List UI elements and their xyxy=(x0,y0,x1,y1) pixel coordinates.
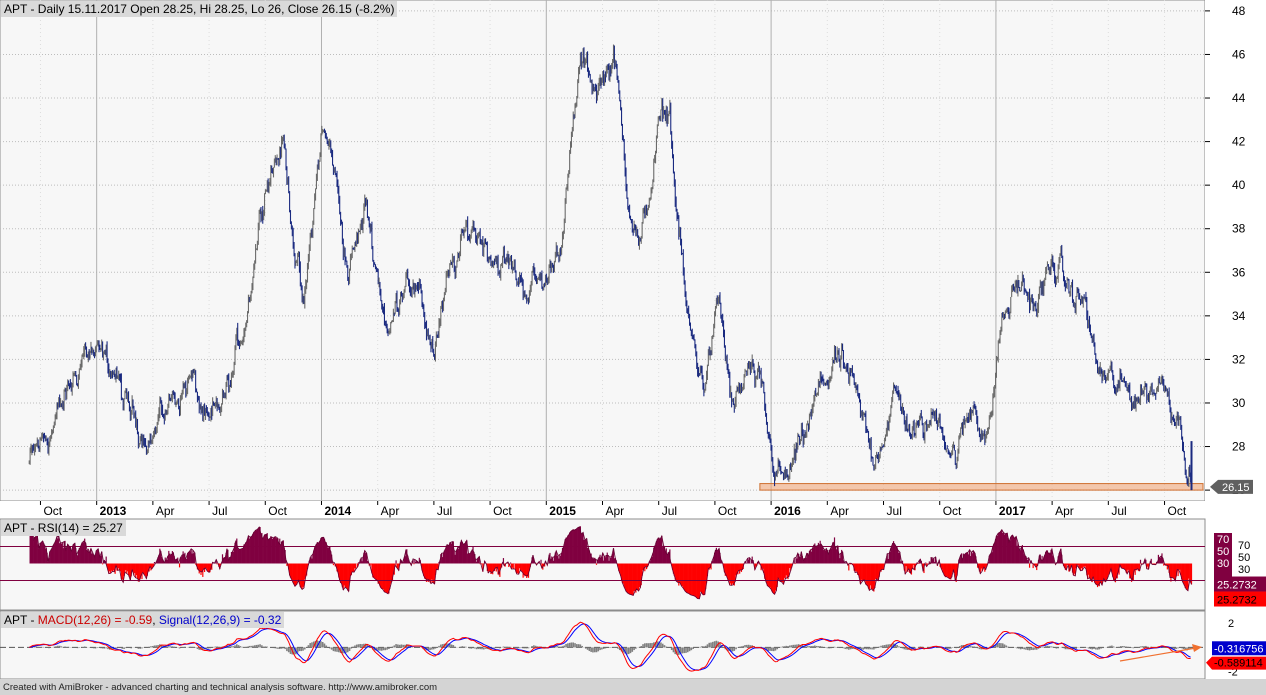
date-tick-label: Oct xyxy=(493,504,512,518)
date-tick-label: Oct xyxy=(718,504,737,518)
price-tick-label: 36 xyxy=(1232,265,1246,279)
rsi-level-label: 70 xyxy=(1217,534,1229,546)
price-tick-label: 46 xyxy=(1232,47,1246,61)
stock-chart: 262830323436384042444648 Oct2013AprJulOc… xyxy=(0,0,1266,695)
date-tick-label: Oct xyxy=(1168,504,1187,518)
date-tick-label: Jul xyxy=(212,504,227,518)
rsi-level-label: 30 xyxy=(1217,558,1229,570)
date-tick-label: 2013 xyxy=(100,504,127,518)
rsi-panel[interactable] xyxy=(0,518,1206,611)
macd-title-prefix: APT - xyxy=(4,613,38,627)
rsi-value-label: 25.2732 xyxy=(1217,580,1257,592)
price-tick-label: 44 xyxy=(1232,91,1246,105)
price-tick-label: 34 xyxy=(1232,309,1246,323)
macd-title-sep: , xyxy=(152,613,159,627)
date-tick-label: Apr xyxy=(830,504,849,518)
rsi-tick-label: 30 xyxy=(1238,564,1250,576)
rsi-tick-label: 70 xyxy=(1238,540,1250,552)
price-panel-title: APT - Daily 15.11.2017 Open 28.25, Hi 28… xyxy=(1,1,398,17)
footer-credit: Created with AmiBroker - advanced charti… xyxy=(3,682,438,693)
last-close-label: 26.15 xyxy=(1222,482,1250,494)
price-axis-panel xyxy=(1205,0,1266,501)
macd-title-macd: MACD(12,26) = -0.59 xyxy=(37,613,153,627)
price-tick-label: 32 xyxy=(1232,352,1246,366)
price-tick-label: 30 xyxy=(1232,396,1246,410)
date-tick-label: Apr xyxy=(1055,504,1074,518)
macd-tick-label: 2 xyxy=(1228,618,1234,630)
date-tick-label: Apr xyxy=(606,504,625,518)
rsi-level-label: 50 xyxy=(1217,546,1229,558)
price-tick-label: 40 xyxy=(1232,178,1246,192)
price-tick-label: 38 xyxy=(1232,222,1246,236)
date-tick-label: Apr xyxy=(156,504,175,518)
rsi-value-label-2: 25.2732 xyxy=(1217,595,1257,607)
price-tick-label: 42 xyxy=(1232,135,1246,149)
date-tick-label: Oct xyxy=(943,504,962,518)
macd-title-signal: Signal(12,26,9) = -0.32 xyxy=(158,613,282,627)
date-axis-strip xyxy=(0,501,1266,519)
signal-value-label: -0.316756 xyxy=(1214,643,1264,655)
rsi-panel-title: APT - RSI(14) = 25.27 xyxy=(1,520,126,536)
support-band xyxy=(759,483,1204,491)
price-tick-label: 48 xyxy=(1232,4,1246,18)
date-tick-label: 2014 xyxy=(324,504,351,518)
rsi-axis: 70 7050 5030 3025.273225.2732 xyxy=(1214,533,1266,607)
date-tick-label: Jul xyxy=(887,504,902,518)
date-tick-label: Jul xyxy=(1111,504,1126,518)
date-tick-label: Apr xyxy=(381,504,400,518)
date-tick-label: Oct xyxy=(268,504,287,518)
date-axis-ticks: Oct 2013 Apr Jul Oct 2014 Apr Jul Oct 2015 Apr Jul O… xyxy=(39,501,1187,518)
date-tick-label: Oct xyxy=(43,504,62,518)
macd-value-label: -0.589114 xyxy=(1214,658,1263,670)
last-close-marker: 26.15 xyxy=(1210,479,1253,494)
macd-panel-title: APT - MACD(12,26) = -0.59, Signal(12,26,… xyxy=(1,612,285,628)
price-tick-label: 28 xyxy=(1232,440,1246,454)
date-tick-label: Jul xyxy=(662,504,677,518)
macd-axis: 2-2-0.316756-0.589114 xyxy=(1206,618,1266,679)
rsi-tick-label: 50 xyxy=(1238,552,1250,564)
date-tick-label: Jul xyxy=(437,504,452,518)
date-tick-label: 2016 xyxy=(774,504,801,518)
date-tick-label: 2017 xyxy=(999,504,1026,518)
date-tick-label: 2015 xyxy=(549,504,576,518)
